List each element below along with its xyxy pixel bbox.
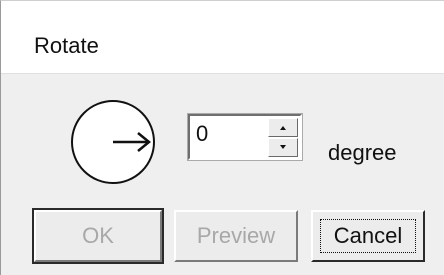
dialog-title: Rotate	[34, 33, 99, 58]
cancel-label: Cancel	[333, 223, 403, 248]
spin-down-button[interactable]	[268, 138, 298, 157]
rotate-dialog: Rotate degree OK Preview Cancel	[0, 0, 444, 275]
degree-input[interactable]	[196, 119, 260, 149]
arrow-down-icon	[280, 145, 286, 149]
title-bar: Rotate	[1, 1, 444, 74]
degree-unit-label: degree	[328, 140, 397, 165]
rotation-dial[interactable]	[69, 98, 157, 186]
arrow-up-icon	[280, 126, 286, 130]
degree-spinner[interactable]	[187, 113, 303, 161]
cancel-button[interactable]: Cancel	[311, 210, 425, 262]
ok-button[interactable]: OK	[32, 208, 164, 264]
preview-button[interactable]: Preview	[174, 210, 298, 262]
spin-up-button[interactable]	[268, 118, 298, 137]
